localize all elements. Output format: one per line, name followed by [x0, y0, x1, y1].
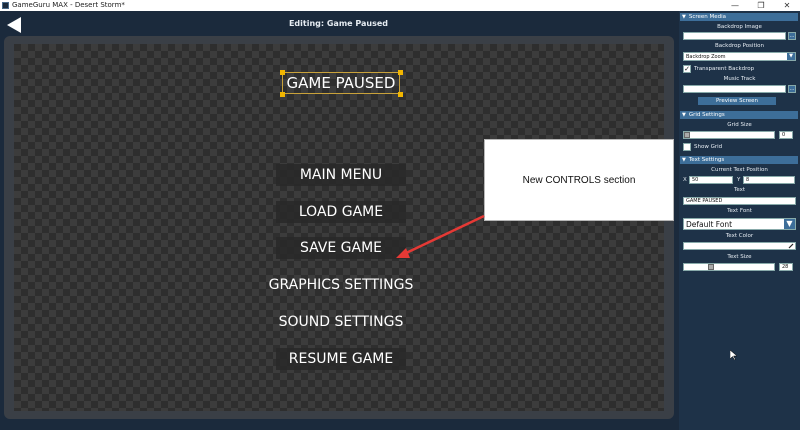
window-titlebar: GameGuru MAX - Desert Storm* — ❐ ✕ [0, 0, 800, 11]
section-title: Screen Media [688, 14, 727, 20]
annotation-callout: New CONTROLS section [484, 139, 674, 221]
text-color-label: Text Color [725, 233, 754, 239]
text-color-picker[interactable] [683, 242, 796, 250]
menu-item-graphics-settings[interactable]: GRAPHICS SETTINGS [246, 274, 436, 296]
music-track-label: Music Track [723, 76, 756, 82]
selection-border [282, 72, 400, 94]
menu-item-main-menu[interactable]: MAIN MENU [276, 164, 406, 186]
section-title: Text Settings [688, 157, 725, 163]
selection-handle-bl[interactable] [280, 92, 285, 97]
collapse-triangle-icon: ▼ [682, 14, 686, 20]
show-grid-label: Show Grid [694, 144, 723, 150]
chevron-down-icon: ▼ [784, 219, 795, 229]
transparent-backdrop-label: Transparent Backdrop [694, 66, 755, 72]
music-track-field[interactable] [683, 85, 786, 93]
editor-title: Editing: Game Paused [288, 19, 389, 28]
backdrop-position-dropdown[interactable]: Backdrop Zoom ▼ [683, 52, 796, 61]
menu-item-sound-settings[interactable]: SOUND SETTINGS [261, 311, 421, 333]
transparent-backdrop-checkbox[interactable]: ✓ [683, 65, 691, 73]
window-title: GameGuru MAX - Desert Storm* [12, 1, 125, 9]
selection-handle-tl[interactable] [280, 70, 285, 75]
preview-screen-button[interactable]: Preview Screen [698, 97, 776, 105]
slider-thumb[interactable] [708, 264, 714, 270]
collapse-triangle-icon: ▼ [682, 112, 686, 118]
selection-handle-br[interactable] [398, 92, 403, 97]
chevron-down-icon: ▼ [787, 53, 795, 60]
current-text-position-label: Current Text Position [711, 167, 768, 173]
x-position-input[interactable]: 50 [689, 176, 733, 184]
section-header-text-settings[interactable]: ▼ Text Settings [680, 156, 798, 164]
mouse-cursor-icon [730, 350, 738, 360]
collapse-triangle-icon: ▼ [682, 157, 686, 163]
section-header-screen-media[interactable]: ▼ Screen Media [680, 13, 798, 21]
menu-item-load-game[interactable]: LOAD GAME [276, 201, 406, 223]
section-header-grid-settings[interactable]: ▼ Grid Settings [680, 111, 798, 119]
text-content-input[interactable]: GAME PAUSED [683, 197, 796, 205]
text-label: Text [733, 187, 746, 193]
grid-size-value[interactable]: 0 [779, 131, 793, 139]
canvas-frame: GAME PAUSED MAIN MENU LOAD GAME SAVE GAM… [4, 36, 674, 419]
text-font-dropdown[interactable]: Default Font ▼ [683, 218, 796, 230]
properties-panel: ▼ Screen Media Backdrop Image ... Backdro… [679, 11, 800, 430]
music-track-browse-button[interactable]: ... [788, 85, 796, 93]
x-label: X [683, 177, 687, 183]
backdrop-position-value: Backdrop Zoom [686, 54, 726, 60]
text-font-value: Default Font [686, 220, 733, 229]
text-size-slider[interactable] [683, 263, 775, 271]
menu-item-save-game[interactable]: SAVE GAME [276, 237, 406, 259]
grid-size-label: Grid Size [727, 122, 752, 128]
section-title: Grid Settings [688, 112, 725, 118]
text-font-label: Text Font [727, 208, 752, 214]
backdrop-image-browse-button[interactable]: ... [788, 32, 796, 40]
close-button[interactable]: ✕ [774, 0, 800, 11]
minimize-button[interactable]: — [722, 0, 748, 11]
menu-item-resume-game[interactable]: RESUME GAME [276, 348, 406, 370]
maximize-button[interactable]: ❐ [748, 0, 774, 11]
text-size-label: Text Size [727, 254, 752, 260]
backdrop-position-label: Backdrop Position [714, 43, 764, 49]
window-controls: — ❐ ✕ [722, 0, 800, 11]
backdrop-image-label: Backdrop Image [717, 24, 762, 30]
slider-thumb[interactable] [684, 132, 690, 138]
selection-handle-tr[interactable] [398, 70, 403, 75]
show-grid-checkbox[interactable] [683, 143, 691, 151]
eyedropper-icon[interactable] [788, 243, 794, 249]
y-label: Y [737, 177, 741, 183]
app-icon [2, 2, 9, 9]
y-position-input[interactable]: 8 [743, 176, 795, 184]
text-size-value[interactable]: 28 [779, 263, 793, 271]
grid-size-slider[interactable] [683, 131, 775, 139]
backdrop-image-field[interactable] [683, 32, 786, 40]
screen-canvas[interactable]: GAME PAUSED MAIN MENU LOAD GAME SAVE GAM… [14, 44, 664, 411]
